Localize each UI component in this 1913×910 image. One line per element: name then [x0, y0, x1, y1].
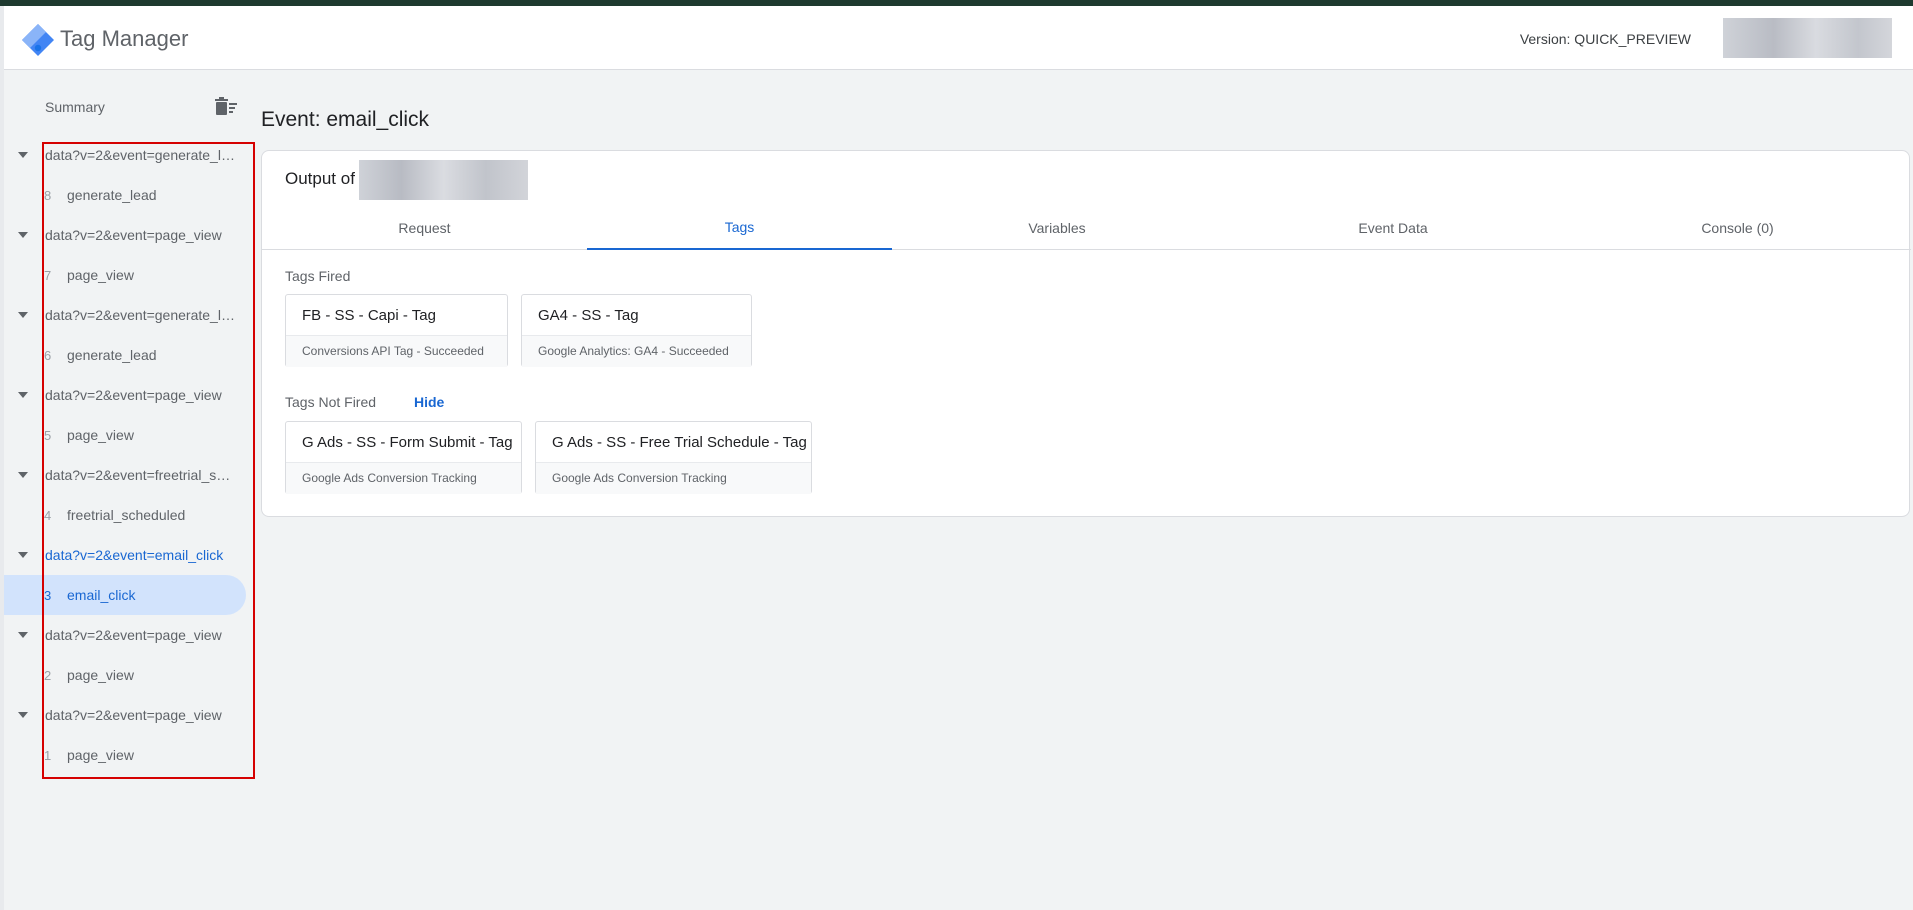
event-item[interactable]: 5 page_view	[4, 415, 250, 455]
event-url-row[interactable]: data?v=2&event=page_view	[4, 215, 250, 255]
tab-bar: Request Tags Variables Event Data Consol…	[262, 205, 1911, 250]
tab-request[interactable]: Request	[262, 205, 587, 250]
event-item[interactable]: 1 page_view	[4, 735, 250, 775]
event-url-row[interactable]: data?v=2&event=generate_lead	[4, 135, 250, 175]
event-number: 5	[44, 427, 52, 443]
event-url: data?v=2&event=freetrial_scheduled	[45, 467, 237, 483]
event-name: page_view	[67, 747, 134, 763]
tag-type: Google Ads Conversion Tracking	[536, 462, 811, 494]
tab-variables[interactable]: Variables	[892, 205, 1222, 250]
event-name: freetrial_scheduled	[67, 507, 186, 523]
app-header: Tag Manager Version: QUICK_PREVIEW	[4, 6, 1913, 70]
event-url-row[interactable]: data?v=2&event=page_view	[4, 375, 250, 415]
tab-tags[interactable]: Tags	[587, 205, 892, 250]
event-name: page_view	[67, 667, 134, 683]
event-url-row[interactable]: data?v=2&event=freetrial_scheduled	[4, 455, 250, 495]
app-title: Tag Manager	[60, 26, 189, 51]
tag-name: FB - SS - Capi - Tag	[302, 307, 436, 324]
event-name: page_view	[67, 427, 134, 443]
event-number: 1	[44, 747, 52, 763]
event-url: data?v=2&event=generate_lead	[45, 307, 237, 323]
event-url: data?v=2&event=generate_lead	[45, 147, 237, 163]
event-url-row-selected[interactable]: data?v=2&event=email_click	[4, 535, 250, 575]
caret-down-icon[interactable]	[18, 392, 28, 398]
event-item-selected[interactable]: 3 email_click	[4, 575, 246, 615]
caret-down-icon[interactable]	[18, 552, 28, 558]
tags-fired-heading: Tags Fired	[285, 268, 351, 284]
event-list: data?v=2&event=generate_lead 8 generate_…	[4, 135, 250, 775]
event-name: page_view	[67, 267, 134, 283]
event-sidebar: Summary data?v=2&event=generate_lead 8 g…	[4, 70, 250, 910]
event-item[interactable]: 7 page_view	[4, 255, 250, 295]
fired-tag-card[interactable]: GA4 - SS - Tag Google Analytics: GA4 - S…	[521, 294, 752, 367]
caret-down-icon[interactable]	[18, 312, 28, 318]
fired-tag-card[interactable]: FB - SS - Capi - Tag Conversions API Tag…	[285, 294, 508, 367]
tag-manager-logo-icon[interactable]	[20, 22, 56, 58]
tag-status: Google Analytics: GA4 - Succeeded	[522, 335, 751, 367]
tab-console[interactable]: Console (0)	[1564, 205, 1911, 250]
event-item[interactable]: 4 freetrial_scheduled	[4, 495, 250, 535]
not-fired-tag-card[interactable]: G Ads - SS - Free Trial Schedule - Tag G…	[535, 421, 812, 494]
event-name: generate_lead	[67, 187, 157, 203]
event-output-card: Output of Request Tags Variables Event D…	[261, 150, 1911, 517]
version-label: Version: QUICK_PREVIEW	[1519, 31, 1691, 47]
event-item[interactable]: 8 generate_lead	[4, 175, 250, 215]
event-item[interactable]: 2 page_view	[4, 655, 250, 695]
tag-name: G Ads - SS - Form Submit - Tag	[302, 434, 513, 451]
account-image[interactable]	[1723, 18, 1892, 58]
tag-type: Google Ads Conversion Tracking	[286, 462, 521, 494]
caret-down-icon[interactable]	[18, 632, 28, 638]
event-name: email_click	[67, 587, 136, 603]
event-name: generate_lead	[67, 347, 157, 363]
event-url-row[interactable]: data?v=2&event=page_view	[4, 695, 250, 735]
tags-not-fired-heading: Tags Not Fired	[285, 394, 377, 410]
event-title: Event: email_click	[261, 108, 430, 131]
event-url-row[interactable]: data?v=2&event=page_view	[4, 615, 250, 655]
tab-event-data[interactable]: Event Data	[1222, 205, 1564, 250]
output-container-image	[359, 160, 528, 200]
event-item[interactable]: 6 generate_lead	[4, 335, 250, 375]
event-url: data?v=2&event=page_view	[45, 387, 222, 403]
tag-name: G Ads - SS - Free Trial Schedule - Tag	[552, 434, 807, 451]
hide-link[interactable]: Hide	[414, 394, 444, 410]
not-fired-tag-card[interactable]: G Ads - SS - Form Submit - Tag Google Ad…	[285, 421, 522, 494]
clear-events-icon[interactable]	[214, 97, 238, 117]
caret-down-icon[interactable]	[18, 152, 28, 158]
event-url: data?v=2&event=page_view	[45, 627, 222, 643]
event-number: 8	[44, 187, 52, 203]
event-url: data?v=2&event=email_click	[45, 547, 224, 563]
event-number: 6	[44, 347, 52, 363]
event-number: 2	[44, 667, 52, 683]
tag-name: GA4 - SS - Tag	[538, 307, 639, 324]
caret-down-icon[interactable]	[18, 712, 28, 718]
event-number: 7	[44, 267, 52, 283]
summary-item[interactable]: Summary	[45, 99, 105, 115]
event-url-row[interactable]: data?v=2&event=generate_lead	[4, 295, 250, 335]
output-label: Output of	[285, 169, 355, 188]
event-number: 3	[44, 587, 52, 603]
event-number: 4	[44, 507, 52, 523]
tag-status: Conversions API Tag - Succeeded	[286, 335, 507, 367]
event-url: data?v=2&event=page_view	[45, 707, 222, 723]
caret-down-icon[interactable]	[18, 232, 28, 238]
caret-down-icon[interactable]	[18, 472, 28, 478]
event-url: data?v=2&event=page_view	[45, 227, 222, 243]
